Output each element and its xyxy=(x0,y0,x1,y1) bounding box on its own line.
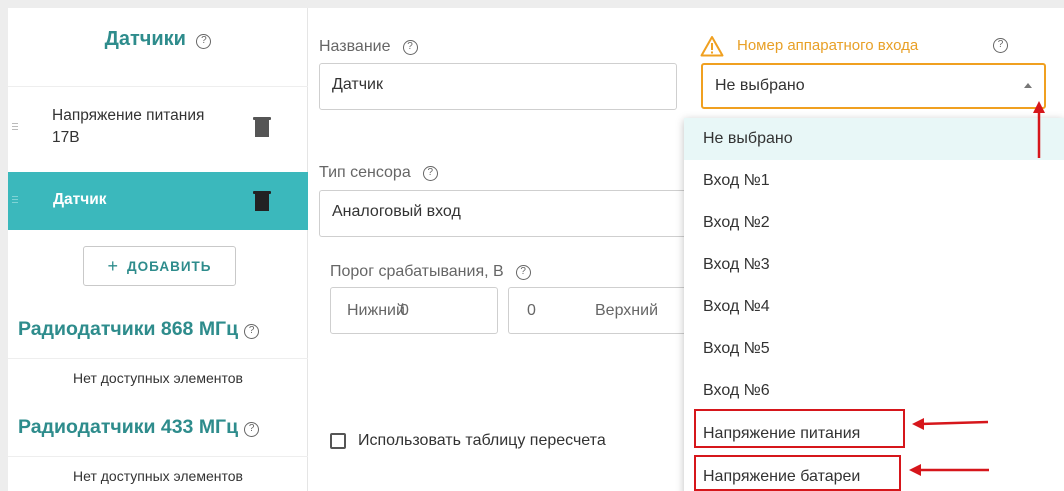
red-arrow-annotation xyxy=(909,464,989,476)
lower-threshold-input[interactable]: Нижний 0 xyxy=(330,287,498,334)
radio-433-title: Радиодатчики 433 МГц? xyxy=(18,416,260,439)
help-icon[interactable]: ? xyxy=(196,34,212,49)
dropdown-option-input-5[interactable]: Вход №5 xyxy=(684,328,1064,370)
name-label-text: Название xyxy=(319,38,391,55)
help-icon[interactable]: ? xyxy=(402,40,418,55)
highlight-box-battery-voltage xyxy=(694,455,901,491)
sensor-type-select[interactable]: Аналоговый вход xyxy=(319,190,689,237)
dropdown-option-not-selected[interactable]: Не выбрано xyxy=(684,118,1064,160)
option-label: Не выбрано xyxy=(703,130,793,147)
option-label: Вход №6 xyxy=(703,382,770,399)
option-label: Вход №3 xyxy=(703,256,770,273)
option-label: Вход №1 xyxy=(703,172,770,189)
name-label: Название? xyxy=(319,38,418,56)
highlight-box-supply-voltage xyxy=(694,409,905,448)
option-label: Вход №4 xyxy=(703,298,770,315)
app-frame: Датчики ? Напряжение питания 17В Датчик … xyxy=(8,8,1064,491)
sensor-item-sensor[interactable]: Датчик xyxy=(8,172,308,230)
help-icon[interactable]: ? xyxy=(244,324,260,339)
red-arrow-annotation xyxy=(912,418,989,430)
radio-433-title-text: Радиодатчики 433 МГц xyxy=(18,416,239,438)
sensor-item-label-line2: 17В xyxy=(52,129,80,146)
hardware-input-select[interactable]: Не выбрано xyxy=(701,63,1046,109)
hardware-input-value: Не выбрано xyxy=(715,77,805,94)
warning-icon xyxy=(700,36,724,57)
dropdown-option-input-3[interactable]: Вход №3 xyxy=(684,244,1064,286)
upper-threshold-value: 0 xyxy=(527,302,536,319)
lower-threshold-value: 0 xyxy=(400,302,409,319)
lower-threshold-label: Нижний xyxy=(347,302,405,319)
upper-threshold-input[interactable]: 0 Верхний xyxy=(508,287,689,334)
divider xyxy=(8,456,308,457)
help-icon[interactable]: ? xyxy=(515,265,531,280)
trash-icon[interactable] xyxy=(253,191,271,211)
plus-icon: + xyxy=(107,256,120,276)
dropdown-option-input-1[interactable]: Вход №1 xyxy=(684,160,1064,202)
trash-icon[interactable] xyxy=(253,117,271,137)
drag-handle-icon[interactable] xyxy=(12,196,18,206)
dropdown-option-input-4[interactable]: Вход №4 xyxy=(684,286,1064,328)
dropdown-option-input-2[interactable]: Вход №2 xyxy=(684,202,1064,244)
sensor-type-label: Тип сенсора? xyxy=(319,164,438,182)
option-label: Вход №5 xyxy=(703,340,770,357)
radio-868-title: Радиодатчики 868 МГц? xyxy=(18,318,260,341)
sidebar-title: Датчики ? xyxy=(8,28,308,51)
sensor-item-label: Датчик xyxy=(53,191,107,208)
add-button-label: ДОБАВИТЬ xyxy=(127,259,212,274)
sidebar: Датчики ? Напряжение питания 17В Датчик … xyxy=(8,8,308,491)
name-input[interactable]: Датчик xyxy=(319,63,677,110)
threshold-label-text: Порог срабатывания, В xyxy=(330,263,504,280)
threshold-label: Порог срабатывания, В? xyxy=(330,263,531,281)
sidebar-title-text: Датчики xyxy=(104,28,186,50)
hardware-input-label: Номер аппаратного входа xyxy=(737,37,919,54)
radio-433-empty: Нет доступных элементов xyxy=(73,468,243,484)
recalc-table-checkbox[interactable] xyxy=(330,433,346,449)
sensor-item-supply-voltage[interactable]: Напряжение питания 17В xyxy=(8,86,308,166)
recalc-table-label: Использовать таблицу пересчета xyxy=(358,432,606,449)
sensor-item-label-line1: Напряжение питания xyxy=(52,107,205,124)
dropdown-option-input-6[interactable]: Вход №6 xyxy=(684,370,1064,412)
sensor-type-label-text: Тип сенсора xyxy=(319,164,411,181)
help-icon[interactable]: ? xyxy=(993,38,1008,53)
caret-up-icon xyxy=(1024,83,1032,88)
help-icon[interactable]: ? xyxy=(244,422,260,437)
sensor-item-label: Напряжение питания 17В xyxy=(52,105,252,149)
divider xyxy=(8,358,308,359)
add-button[interactable]: + ДОБАВИТЬ xyxy=(83,246,236,286)
radio-868-empty: Нет доступных элементов xyxy=(73,370,243,386)
drag-handle-icon[interactable] xyxy=(12,123,18,133)
upper-threshold-label: Верхний xyxy=(595,302,658,319)
help-icon[interactable]: ? xyxy=(422,166,438,181)
red-arrow-annotation xyxy=(1033,101,1045,158)
option-label: Вход №2 xyxy=(703,214,770,231)
radio-868-title-text: Радиодатчики 868 МГц xyxy=(18,318,239,340)
